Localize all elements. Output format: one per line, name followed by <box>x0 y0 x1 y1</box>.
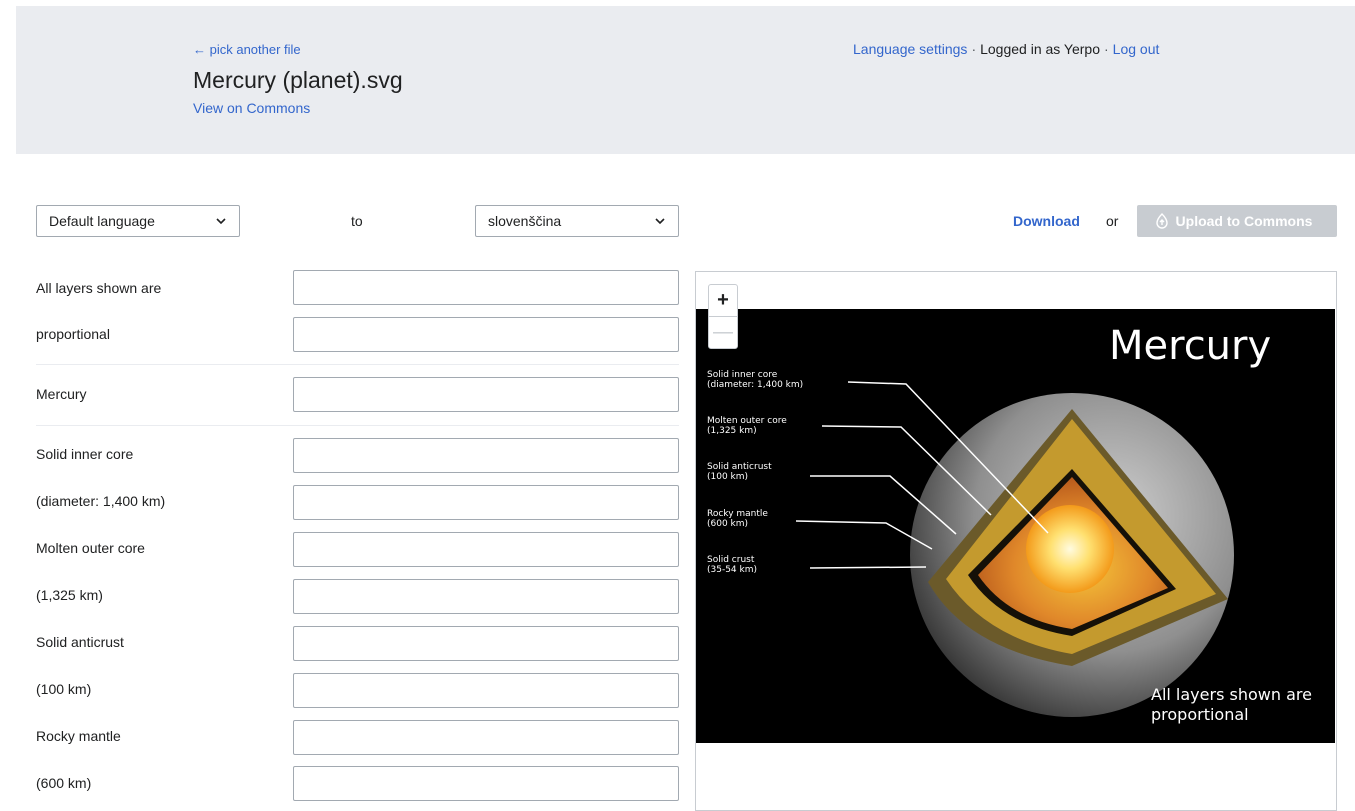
chevron-down-icon <box>655 218 665 225</box>
inner-core <box>1026 505 1114 593</box>
or-label: or <box>1106 213 1119 229</box>
divider <box>36 364 679 365</box>
view-on-commons-link[interactable]: View on Commons <box>193 100 310 116</box>
zoom-in-button[interactable]: + <box>709 285 737 317</box>
download-link[interactable]: Download <box>1013 213 1080 229</box>
target-language-value: slovenščina <box>488 213 562 229</box>
svg-preview-image: Mercury Solid inner core (diameter: 1,400… <box>696 309 1335 743</box>
layer-label: Rocky mantle (600 km) <box>707 509 768 529</box>
row-label: Solid anticrust <box>36 634 124 650</box>
source-language-select[interactable]: Default language <box>36 205 240 237</box>
planet-title: Mercury <box>1109 323 1272 369</box>
target-language-select[interactable]: slovenščina <box>475 205 679 237</box>
translation-input[interactable] <box>293 270 679 305</box>
separator: · <box>1104 41 1109 57</box>
upload-to-commons-button[interactable]: Upload to Commons <box>1137 205 1337 237</box>
source-language-value: Default language <box>49 213 155 229</box>
proportional-note: All layers shown are proportional <box>1151 685 1312 724</box>
translation-input[interactable] <box>293 438 679 473</box>
divider <box>36 425 679 426</box>
translation-input[interactable] <box>293 673 679 708</box>
separator: · <box>971 41 977 57</box>
upload-icon <box>1156 213 1168 229</box>
upload-label: Upload to Commons <box>1175 213 1313 229</box>
layer-label: Solid anticrust (100 km) <box>707 462 772 482</box>
translation-input[interactable] <box>293 766 679 801</box>
row-label: (600 km) <box>36 775 92 791</box>
row-label: (diameter: 1,400 km) <box>36 493 166 509</box>
logged-in-text: Logged in as Yerpo <box>980 41 1100 57</box>
translation-input[interactable] <box>293 532 679 567</box>
row-label: (100 km) <box>36 681 92 697</box>
translation-input[interactable] <box>293 626 679 661</box>
row-label: proportional <box>36 326 110 342</box>
layer-label: Solid crust (35-54 km) <box>707 555 758 575</box>
zoom-out-button[interactable]: — <box>709 317 737 348</box>
row-label: Mercury <box>36 386 87 402</box>
row-label: (1,325 km) <box>36 587 103 603</box>
translation-input[interactable] <box>293 317 679 352</box>
translation-input[interactable] <box>293 579 679 614</box>
layer-label: Molten outer core (1,325 km) <box>707 416 787 436</box>
pick-another-file-link[interactable]: ← pick another file <box>193 42 301 57</box>
zoom-controls: + — <box>708 284 738 349</box>
row-label: Solid inner core <box>36 446 134 462</box>
to-label: to <box>351 213 363 229</box>
file-title: Mercury (planet).svg <box>193 67 403 93</box>
row-label: Rocky mantle <box>36 728 121 744</box>
translation-input[interactable] <box>293 720 679 755</box>
row-label: Molten outer core <box>36 540 145 556</box>
chevron-down-icon <box>216 218 226 225</box>
translation-input[interactable] <box>293 485 679 520</box>
translation-input[interactable] <box>293 377 679 412</box>
log-out-link[interactable]: Log out <box>1113 41 1160 57</box>
user-bar: Language settings · Logged in as Yerpo · Log… <box>853 41 1159 57</box>
layer-label: Solid inner core (diameter: 1,400 km) <box>707 370 804 390</box>
language-settings-link[interactable]: Language settings <box>853 41 967 57</box>
row-label: All layers shown are <box>36 280 162 296</box>
